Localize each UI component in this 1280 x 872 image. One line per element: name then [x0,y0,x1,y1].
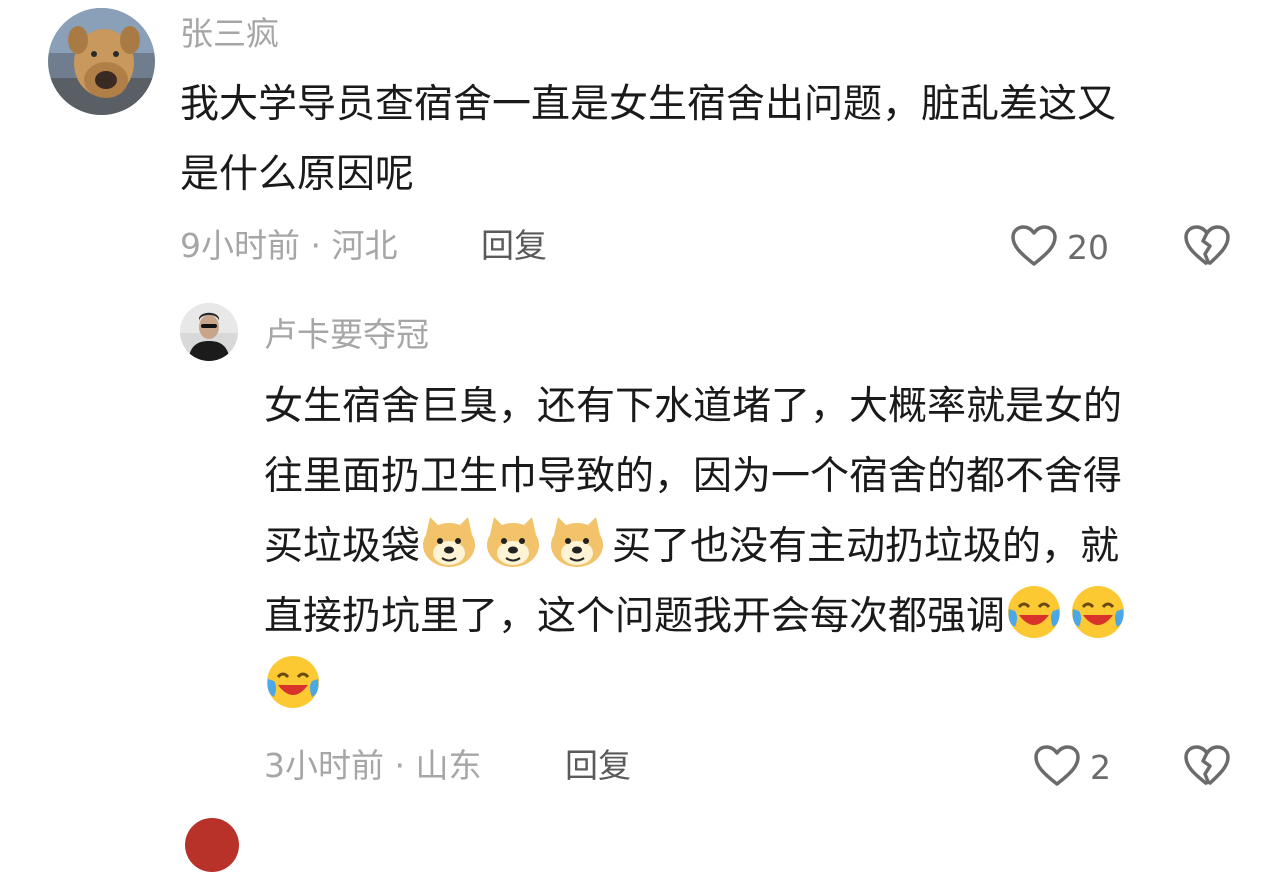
comment-text: 女生宿舍巨臭，还有下水道堵了，大概率就是女的 往里面扔卫生巾导致的，因为一个宿舍… [264,372,1133,722]
like-count: 2 [1090,748,1111,787]
comment-text-segment: 买垃圾袋 [264,524,421,569]
dog-photo-avatar-icon [48,8,155,115]
heart-outline-icon[interactable] [1010,224,1058,268]
doge-emoji [484,513,542,571]
comment-text-line: 是什么原因呢 [180,152,415,197]
comment-text-segment: 买了也没有主动扔垃圾的，就 [612,524,1120,569]
heart-outline-icon[interactable] [1033,744,1081,788]
comment-text-line: 我大学导员查宿舍一直是女生宿舍出问题，脏乱差这又 [180,82,1117,127]
username[interactable]: 卢卡要夺冠 [264,315,429,355]
doge-emoji [420,513,478,571]
broken-heart-icon[interactable] [1183,744,1231,788]
laugh-cry-emoji [1005,583,1063,641]
comment-text-line: 往里面扔卫生巾导致的，因为一个宿舍的都不舍得 [264,454,1123,499]
timestamp-location: 9小时前 · 河北 [180,226,398,265]
next-comment-avatar[interactable] [185,818,239,872]
comment-text-line: 直接扔坑里了，这个问题我开会每次都强调 [264,582,1133,652]
man-black-jacket-avatar-icon [180,303,238,361]
broken-heart-icon[interactable] [1183,224,1231,268]
doge-emoji [548,513,606,571]
user-avatar[interactable] [48,8,155,115]
timestamp-location: 3小时前 · 山东 [264,746,482,785]
comment-text-line [264,652,1133,722]
comment-text-line: 女生宿舍巨臭，还有下水道堵了，大概率就是女的 [264,384,1123,429]
user-avatar[interactable] [180,303,238,361]
reply-button[interactable]: 回复 [481,226,547,266]
laugh-cry-emoji [1069,583,1127,641]
reply-button[interactable]: 回复 [565,746,631,786]
like-count: 20 [1067,228,1109,267]
comment-text-line: 买垃圾袋 买了也没有主动扔垃圾的，就 [264,512,1133,582]
username[interactable]: 张三疯 [180,14,279,54]
laugh-cry-emoji [264,653,322,711]
comment-text: 我大学导员查宿舍一直是女生宿舍出问题，脏乱差这又 是什么原因呢 [180,70,1116,210]
comment-text-segment: 直接扔坑里了，这个问题我开会每次都强调 [264,594,1006,639]
